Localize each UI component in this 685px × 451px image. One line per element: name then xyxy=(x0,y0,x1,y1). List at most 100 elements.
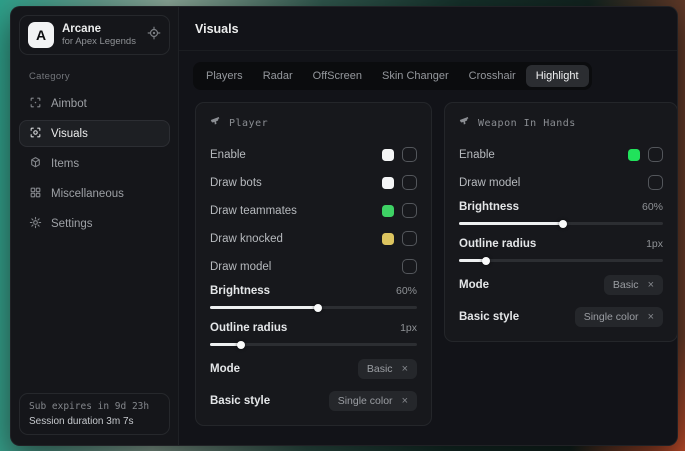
brand-subtitle: for Apex Legends xyxy=(62,36,139,48)
weapon-in-hands-panel: Weapon In Hands Enable Draw model xyxy=(444,102,678,342)
basic-style-chip[interactable]: Single color × xyxy=(329,391,417,411)
slider-brightness: Brightness 60% xyxy=(210,285,417,309)
sidebar-item-visuals[interactable]: Visuals xyxy=(19,120,170,147)
gear-icon xyxy=(29,216,42,232)
toggle-row-draw-model: Draw model xyxy=(459,172,663,193)
slider-label: Outline radius xyxy=(459,238,536,250)
tab-highlight[interactable]: Highlight xyxy=(526,65,589,87)
main-header: Visuals xyxy=(179,7,678,51)
toggle-label: Draw bots xyxy=(210,177,262,189)
select-label: Basic style xyxy=(459,311,519,323)
sidebar-spacer xyxy=(17,237,172,393)
panel-title: Weapon In Hands xyxy=(478,118,576,129)
app-window: A Arcane for Apex Legends Category xyxy=(10,6,678,446)
select-row-basic-style: Basic style Single color × xyxy=(210,391,417,411)
subscription-card: Sub expires in 9d 23h Session duration 3… xyxy=(19,393,170,435)
close-icon[interactable]: × xyxy=(402,396,408,407)
panel-title: Player xyxy=(229,118,268,129)
sidebar-item-settings[interactable]: Settings xyxy=(19,210,170,237)
close-icon[interactable]: × xyxy=(648,312,654,323)
sidebar-item-items[interactable]: Items xyxy=(19,150,170,177)
sidebar-item-label: Aimbot xyxy=(51,98,87,110)
main-area: Visuals Players Radar OffScreen Skin Cha… xyxy=(179,7,678,445)
checkbox[interactable] xyxy=(402,147,417,162)
slider-thumb[interactable] xyxy=(314,304,322,312)
slider-track[interactable] xyxy=(210,343,417,346)
page-title: Visuals xyxy=(195,22,239,36)
slider-track[interactable] xyxy=(459,259,663,262)
toggle-label: Enable xyxy=(210,149,246,161)
checkbox[interactable] xyxy=(402,203,417,218)
slider-value: 60% xyxy=(396,285,417,297)
slider-label: Outline radius xyxy=(210,322,287,334)
checkbox[interactable] xyxy=(402,175,417,190)
select-label: Mode xyxy=(210,363,240,375)
brand-texts: Arcane for Apex Legends xyxy=(62,22,139,48)
color-swatch[interactable] xyxy=(382,205,394,217)
checkbox[interactable] xyxy=(648,147,663,162)
sidebar-item-label: Visuals xyxy=(51,128,88,140)
sidebar-item-label: Miscellaneous xyxy=(51,188,124,200)
toggle-label: Draw knocked xyxy=(210,233,283,245)
slider-label: Brightness xyxy=(459,201,519,213)
sidebar-item-miscellaneous[interactable]: Miscellaneous xyxy=(19,180,170,207)
crosshair-brackets-icon xyxy=(29,96,42,112)
toggle-label: Draw model xyxy=(459,177,520,189)
basic-style-chip[interactable]: Single color × xyxy=(575,307,663,327)
toggle-row-enable: Enable xyxy=(210,144,417,165)
select-label: Basic style xyxy=(210,395,270,407)
toggle-row-draw-teammates: Draw teammates xyxy=(210,200,417,221)
slider-thumb[interactable] xyxy=(237,341,245,349)
select-row-mode: Mode Basic × xyxy=(459,275,663,295)
pistol-icon xyxy=(210,114,222,132)
slider-thumb[interactable] xyxy=(482,257,490,265)
toggle-label: Draw teammates xyxy=(210,205,297,217)
target-icon[interactable] xyxy=(147,26,161,45)
brand-logo: A xyxy=(28,22,54,48)
category-label: Category xyxy=(29,71,172,82)
toggle-label: Draw model xyxy=(210,261,271,273)
toggle-row-enable: Enable xyxy=(459,144,663,165)
panels-row: Player Enable Draw bots xyxy=(179,102,678,426)
checkbox[interactable] xyxy=(402,259,417,274)
slider-track[interactable] xyxy=(459,222,663,225)
checkbox[interactable] xyxy=(648,175,663,190)
slider-value: 60% xyxy=(642,201,663,213)
slider-value: 1px xyxy=(400,322,417,334)
grid-icon xyxy=(29,186,42,202)
select-row-basic-style: Basic style Single color × xyxy=(459,307,663,327)
brand-card: A Arcane for Apex Legends xyxy=(19,15,170,55)
mode-chip[interactable]: Basic × xyxy=(358,359,417,379)
color-swatch[interactable] xyxy=(382,149,394,161)
mode-chip[interactable]: Basic × xyxy=(604,275,663,295)
slider-brightness: Brightness 60% xyxy=(459,201,663,225)
slider-label: Brightness xyxy=(210,285,270,297)
weapon-panel-header: Weapon In Hands xyxy=(459,114,663,132)
close-icon[interactable]: × xyxy=(402,364,408,375)
player-panel: Player Enable Draw bots xyxy=(195,102,432,426)
color-swatch[interactable] xyxy=(382,233,394,245)
sidebar-nav: Aimbot Visuals Items xyxy=(17,90,172,237)
select-row-mode: Mode Basic × xyxy=(210,359,417,379)
tab-offscreen[interactable]: OffScreen xyxy=(303,65,372,87)
tab-skin-changer[interactable]: Skin Changer xyxy=(372,65,459,87)
color-swatch[interactable] xyxy=(628,149,640,161)
toggle-row-draw-bots: Draw bots xyxy=(210,172,417,193)
slider-value: 1px xyxy=(646,238,663,250)
sidebar-item-label: Settings xyxy=(51,218,93,230)
close-icon[interactable]: × xyxy=(648,280,654,291)
slider-outline-radius: Outline radius 1px xyxy=(459,238,663,262)
visuals-tabbar: Players Radar OffScreen Skin Changer Cro… xyxy=(193,62,592,90)
color-swatch[interactable] xyxy=(382,177,394,189)
slider-thumb[interactable] xyxy=(559,220,567,228)
session-duration-text: Session duration 3m 7s xyxy=(29,416,160,427)
tab-players[interactable]: Players xyxy=(196,65,253,87)
checkbox[interactable] xyxy=(402,231,417,246)
tab-crosshair[interactable]: Crosshair xyxy=(459,65,526,87)
sidebar: A Arcane for Apex Legends Category xyxy=(11,7,179,445)
player-panel-header: Player xyxy=(210,114,417,132)
toggle-row-draw-model: Draw model xyxy=(210,256,417,277)
sidebar-item-aimbot[interactable]: Aimbot xyxy=(19,90,170,117)
tab-radar[interactable]: Radar xyxy=(253,65,303,87)
slider-track[interactable] xyxy=(210,306,417,309)
